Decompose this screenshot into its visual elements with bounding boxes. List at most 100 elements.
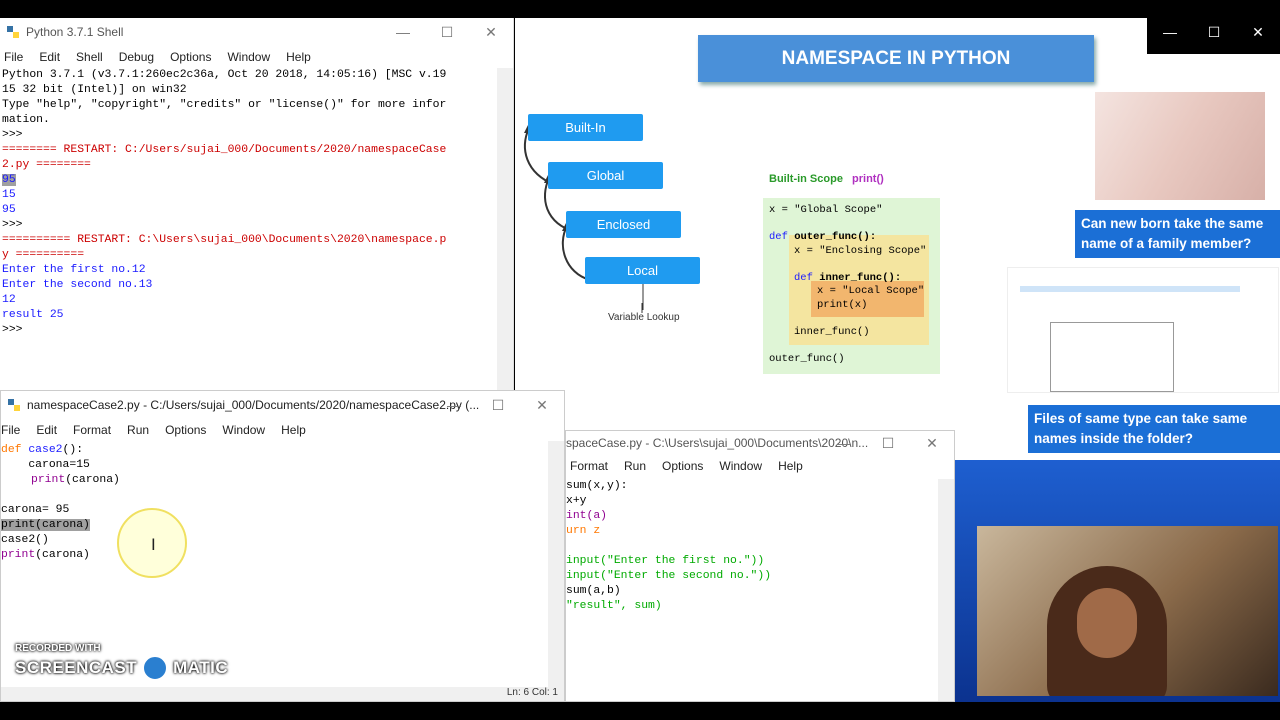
editor2-menubar: Format Run Options Window Help [566, 455, 954, 477]
menu-shell[interactable]: Shell [76, 50, 103, 64]
menu-file[interactable]: File [4, 50, 23, 64]
shell-output[interactable]: Python 3.7.1 (v3.7.1:260ec2c36a, Oct 20 … [2, 68, 446, 338]
menu-window[interactable]: Window [719, 459, 762, 473]
menu-file[interactable]: File [1, 423, 20, 437]
code-line: print(carona) [1, 548, 120, 563]
maximize-icon[interactable]: ☐ [476, 391, 520, 419]
variable-lookup-label: Variable Lookup [608, 312, 680, 323]
python-icon [8, 399, 20, 411]
file-row-highlight [1020, 286, 1240, 292]
restart-line: 2.py ======== [2, 159, 91, 171]
editor2-scrollbar[interactable] [938, 479, 954, 701]
close-icon[interactable]: ✕ [910, 431, 954, 455]
menu-debug[interactable]: Debug [119, 50, 154, 64]
output-selected: 95 [2, 174, 16, 186]
slide-title: NAMESPACE IN PYTHON [698, 35, 1094, 82]
close-icon[interactable]: ✕ [1236, 18, 1280, 46]
menu-format[interactable]: Format [73, 423, 111, 437]
editor-titlebar[interactable]: namespaceCase2.py - C:/Users/sujai_000/D… [1, 391, 564, 419]
menu-run[interactable]: Run [127, 423, 149, 437]
code-line: def inner_func(): [769, 272, 926, 286]
editor2-code[interactable]: sum(x,y): x+y int(a) urn z input("Enter the… [566, 479, 771, 614]
namespacecase2-editor-window[interactable]: namespaceCase2.py - C:/Users/sujai_000/D… [0, 390, 565, 702]
builtin-name: print [31, 474, 66, 486]
menu-format[interactable]: Format [570, 459, 608, 473]
screencast-watermark: RECORDED WITH SCREENCAST MATIC [15, 643, 228, 682]
code-line: inner_func() [794, 325, 870, 338]
minimize-icon[interactable]: — [1148, 18, 1192, 46]
menu-run[interactable]: Run [624, 459, 646, 473]
menu-window[interactable]: Window [222, 423, 265, 437]
code-line: def case2(): [1, 443, 120, 458]
editor-code[interactable]: def case2(): carona=15 print(carona) caro… [1, 443, 120, 563]
scope-code-box: x = "Global Scope" def outer_func(): x = … [763, 198, 940, 374]
menu-edit[interactable]: Edit [36, 423, 57, 437]
menu-options[interactable]: Options [662, 459, 703, 473]
maximize-icon[interactable]: ☐ [866, 431, 910, 455]
code-line: carona= 95 [1, 504, 70, 516]
editor-scrollbar[interactable] [548, 441, 564, 687]
lookup-line [642, 284, 644, 310]
code-line: x = "Global Scope" [769, 204, 883, 216]
menu-options[interactable]: Options [165, 423, 206, 437]
code-text: (): [62, 444, 84, 456]
code-line: urn z [566, 525, 601, 537]
shell-title: Python 3.7.1 Shell [26, 25, 124, 39]
menu-help[interactable]: Help [778, 459, 803, 473]
scope-global: Global [548, 162, 663, 189]
code-line: input("Enter the second no.")) [566, 570, 772, 582]
code-text: (carona) [65, 474, 120, 486]
editor-menubar: File Edit Format Run Options Window Help [1, 419, 564, 441]
shell-prompt: >>> [2, 324, 30, 336]
code-line: input("Enter the first no.")) [566, 555, 765, 567]
restart-line: y ========== [2, 249, 85, 261]
editor-statusbar: Ln: 6 Col: 1 [1, 687, 564, 701]
rename-dialog-image [1050, 322, 1174, 392]
keyword: def [769, 231, 795, 243]
selected-code: print(carona) [1, 519, 90, 531]
files-question-card: Files of same type can take same names i… [1028, 405, 1280, 453]
code-line: outer_func() [769, 352, 845, 365]
watermark-recorded: RECORDED WITH [15, 643, 101, 654]
scope-builtin: Built-In [528, 114, 643, 141]
minimize-icon[interactable]: — [822, 431, 866, 455]
watermark-matic: MATIC [173, 658, 229, 677]
shell-titlebar[interactable]: Python 3.7.1 Shell — ☐ ✕ [0, 18, 513, 46]
code-line: "result", sum) [566, 600, 662, 612]
code-line: def outer_func(): [769, 231, 926, 245]
output-line: 95 [2, 173, 446, 188]
shell-scrollbar[interactable] [497, 68, 513, 390]
output-line: Enter the first no.12 [2, 264, 146, 276]
keyword: def [794, 271, 820, 284]
builtin-scope-text: Built-in Scope [769, 173, 843, 185]
menu-window[interactable]: Window [227, 50, 270, 64]
menu-options[interactable]: Options [170, 50, 211, 64]
builtin-name: print [1, 549, 36, 561]
output-line: 12 [2, 294, 16, 306]
code-line: case2() [1, 534, 49, 546]
namespace-editor-window[interactable]: spaceCase.py - C:\Users\sujai_000\Docume… [565, 430, 955, 702]
close-icon[interactable]: ✕ [469, 18, 513, 46]
output-line: 95 [2, 204, 16, 216]
shell-line: Python 3.7.1 (v3.7.1:260ec2c36a, Oct 20 … [2, 69, 447, 81]
output-line: Enter the second no.13 [2, 279, 153, 291]
menu-help[interactable]: Help [281, 423, 306, 437]
code-line: sum(x,y): [566, 480, 628, 492]
python-shell-window[interactable]: Python 3.7.1 Shell — ☐ ✕ File Edit Shell… [0, 18, 514, 390]
menu-help[interactable]: Help [286, 50, 311, 64]
close-icon[interactable]: ✕ [520, 391, 564, 419]
screencast-logo-icon [141, 654, 170, 682]
scope-local: Local [585, 257, 700, 284]
editor-title: namespaceCase2.py - C:/Users/sujai_000/D… [27, 398, 480, 412]
bottom-black-bar [0, 702, 1280, 720]
maximize-icon[interactable]: ☐ [425, 18, 469, 46]
editor2-titlebar[interactable]: spaceCase.py - C:\Users\sujai_000\Docume… [566, 431, 954, 455]
maximize-icon[interactable]: ☐ [1192, 18, 1236, 46]
function-name: inner_func(): [819, 271, 902, 284]
newborn-question-card: Can new born take the same name of a fam… [1075, 210, 1280, 258]
minimize-icon[interactable]: — [432, 391, 476, 419]
menu-edit[interactable]: Edit [39, 50, 60, 64]
outer-window-controls: — ☐ ✕ [1147, 18, 1280, 54]
function-name: case2 [28, 444, 63, 456]
minimize-icon[interactable]: — [381, 18, 425, 46]
